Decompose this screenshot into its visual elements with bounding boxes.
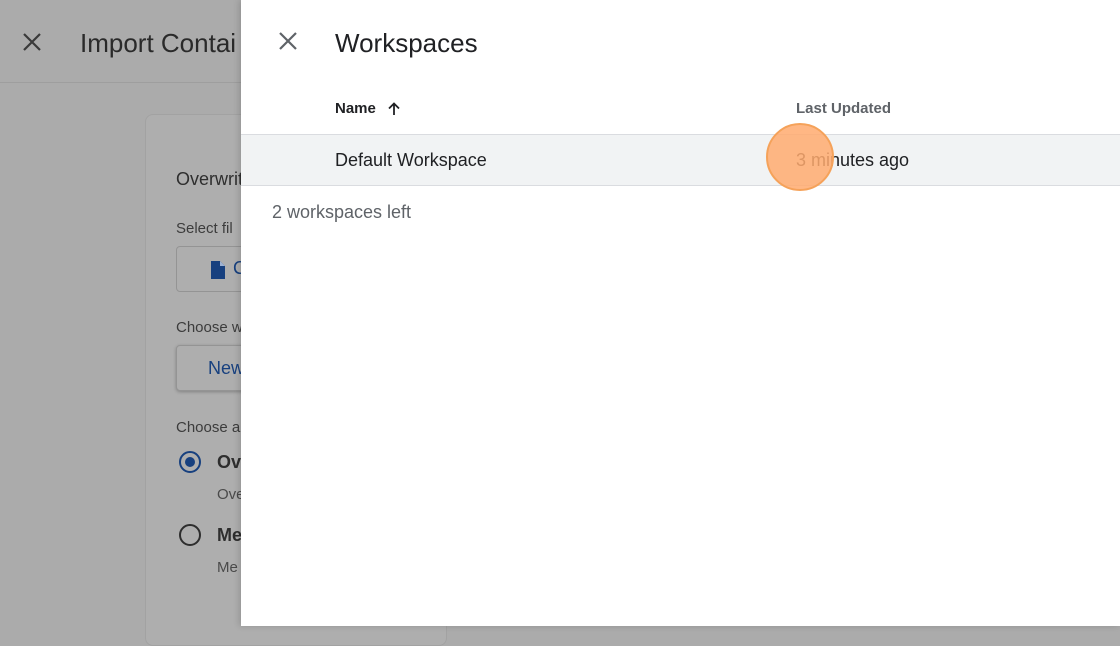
import-section-title: Overwrit [176,169,243,189]
select-file-label: Select fil [176,220,233,237]
column-header-name[interactable]: Name [335,100,402,117]
panel-title: Workspaces [335,28,478,58]
overwrite-option-label: Ov [217,452,242,472]
close-icon[interactable] [20,30,44,54]
merge-option-description: Me [217,559,238,576]
background-page-title: Import Contai [80,28,237,58]
choose-option-label: Choose a [176,419,241,436]
table-row[interactable]: Default Workspace 3 minutes ago [241,134,1120,186]
workspaces-left-note: 2 workspaces left [272,202,412,222]
close-icon[interactable] [276,29,300,53]
column-header-name-label: Name [335,100,376,117]
file-icon [211,261,225,279]
workspaces-panel: Workspaces Name Last Updated Default Wor… [241,0,1120,626]
click-indicator [766,123,834,191]
workspace-name: Default Workspace [335,150,487,170]
merge-radio[interactable] [179,524,201,546]
merge-option-label: Me [217,525,243,545]
overwrite-radio[interactable] [179,451,201,473]
choose-workspace-label: Choose w [176,319,243,336]
column-header-last-updated[interactable]: Last Updated [796,100,891,117]
arrow-up-icon [388,102,400,116]
